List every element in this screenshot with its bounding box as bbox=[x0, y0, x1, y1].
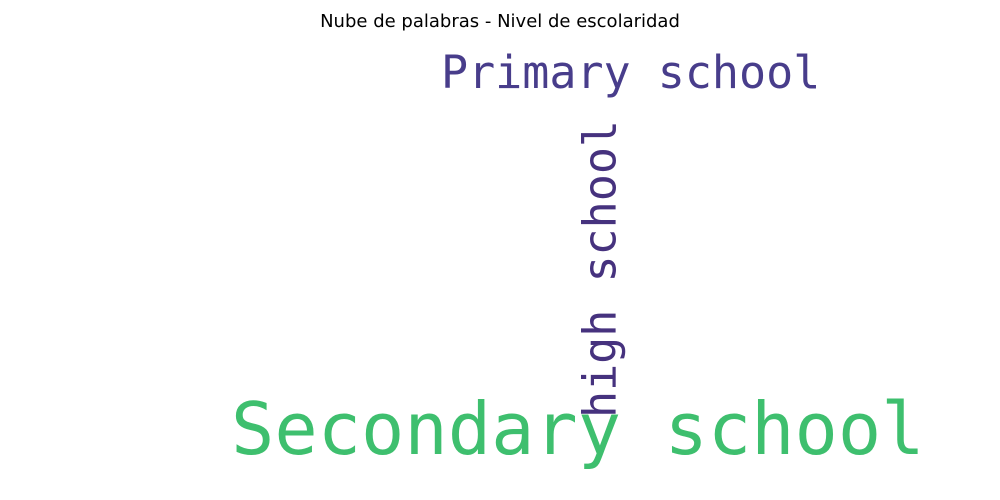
chart-title: Nube de palabras - Nivel de escolaridad bbox=[320, 11, 680, 32]
word-cloud: Primary school high school Secondary sch… bbox=[0, 40, 1000, 500]
word-high-school: high school bbox=[573, 119, 627, 419]
word-secondary-school: Secondary school bbox=[231, 387, 925, 471]
word-primary-school: Primary school bbox=[441, 46, 821, 99]
